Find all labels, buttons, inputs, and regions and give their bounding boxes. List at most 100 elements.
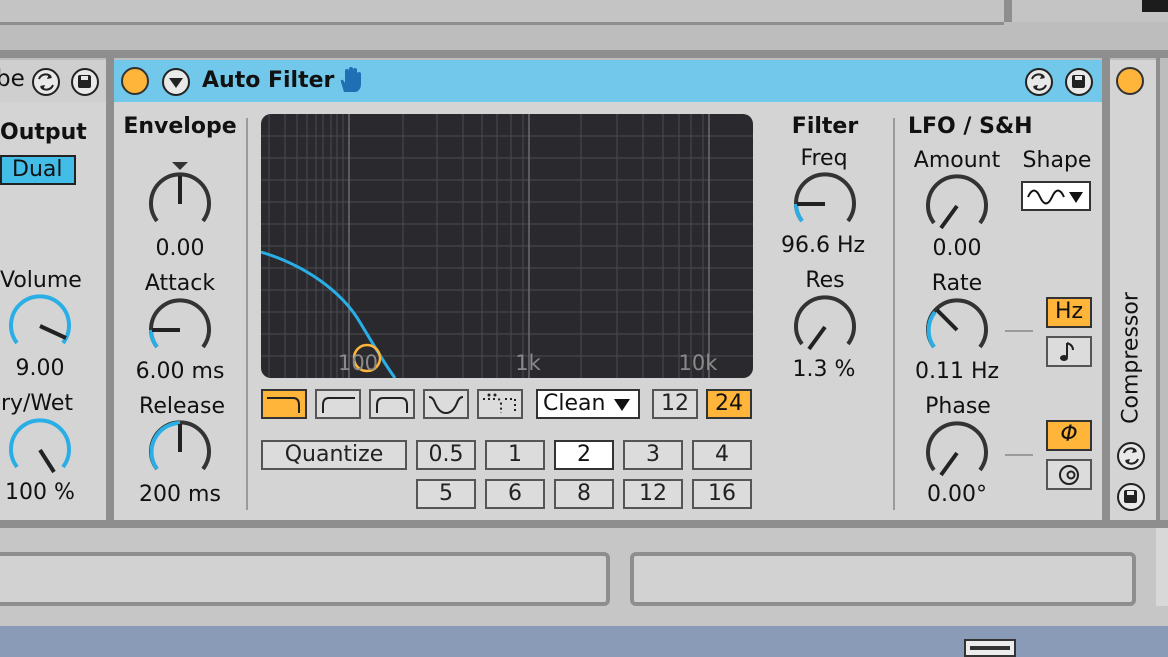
lfo-rate-label: Rate bbox=[931, 271, 983, 296]
quantize-step-4[interactable]: 4 bbox=[692, 440, 752, 470]
bottom-right-edge bbox=[1156, 528, 1168, 606]
device-separator-right bbox=[1102, 58, 1110, 524]
display-tick-100: 100 bbox=[337, 351, 379, 375]
quantize-step-0.5[interactable]: 0.5 bbox=[416, 440, 476, 470]
lfo-phase-knob[interactable] bbox=[921, 417, 993, 489]
quantize-step-1[interactable]: 1 bbox=[485, 440, 545, 470]
attack-label: Attack bbox=[144, 271, 216, 296]
phase-link-line bbox=[1005, 454, 1033, 456]
slope-24-button[interactable]: 24 bbox=[706, 389, 752, 419]
device-save-icon[interactable] bbox=[1065, 68, 1093, 96]
prev-mode-value: Dual bbox=[12, 157, 63, 182]
release-knob[interactable] bbox=[144, 416, 216, 488]
quantize-step-12[interactable]: 12 bbox=[623, 479, 683, 509]
chevron-down-icon bbox=[614, 399, 630, 411]
section-divider-2 bbox=[893, 118, 895, 510]
quantize-step-8[interactable]: 8 bbox=[554, 479, 614, 509]
lfo-shape-dropdown[interactable] bbox=[1021, 181, 1091, 211]
phase-mode-button[interactable]: Φ bbox=[1046, 420, 1092, 451]
prev-device-title: be bbox=[0, 66, 25, 92]
circuit-type-value: Clean bbox=[543, 391, 606, 416]
sine-wave-icon bbox=[1027, 189, 1065, 205]
lfo-amount-knob[interactable] bbox=[921, 170, 993, 242]
lowpass-icon bbox=[267, 397, 300, 413]
compressor-activator-led[interactable] bbox=[1116, 67, 1144, 95]
chevron-down-icon bbox=[1069, 192, 1083, 203]
prev-volume-value: 9.00 bbox=[15, 356, 65, 381]
top-right-marker bbox=[1142, 0, 1168, 12]
highpass-icon bbox=[322, 397, 355, 413]
filter-type-notch-button[interactable] bbox=[423, 389, 469, 419]
device-title: Auto Filter bbox=[202, 68, 335, 93]
lfo-amount-value: 0.00 bbox=[932, 236, 982, 261]
device-hotswap-icon[interactable] bbox=[1025, 68, 1053, 96]
res-label: Res bbox=[805, 268, 845, 293]
prev-device-hotswap-icon[interactable] bbox=[32, 68, 60, 96]
res-value: 1.3 % bbox=[792, 357, 856, 382]
res-knob[interactable] bbox=[789, 291, 861, 363]
quantize-step-3[interactable]: 3 bbox=[623, 440, 683, 470]
lfo-shape-label: Shape bbox=[1022, 148, 1092, 173]
attack-value: 6.00 ms bbox=[135, 359, 225, 384]
quantize-button[interactable]: Quantize bbox=[261, 440, 407, 470]
slope-12-button[interactable]: 12 bbox=[652, 389, 698, 419]
quantize-step-2[interactable]: 2 bbox=[554, 440, 614, 470]
bottom-field-right[interactable] bbox=[630, 552, 1136, 606]
filter-type-lowpass-button[interactable] bbox=[261, 389, 307, 419]
envelope-amount-value: 0.00 bbox=[155, 236, 205, 261]
quantize-step-5[interactable]: 5 bbox=[416, 479, 476, 509]
lfo-label: LFO / S&H bbox=[908, 114, 1033, 139]
notch-icon bbox=[428, 396, 464, 415]
freq-value: 96.6 Hz bbox=[780, 233, 866, 258]
prev-device-save-icon[interactable] bbox=[71, 68, 99, 96]
lfo-phase-value: 0.00° bbox=[927, 482, 987, 507]
status-bar-widget-bar bbox=[970, 646, 1010, 650]
phase-spin-button[interactable] bbox=[1046, 459, 1092, 490]
filter-display[interactable] bbox=[261, 114, 753, 378]
filter-type-bandpass-button[interactable] bbox=[369, 389, 415, 419]
filter-type-morph-button[interactable] bbox=[477, 389, 523, 419]
bandpass-icon bbox=[376, 397, 408, 413]
rate-link-line bbox=[1005, 330, 1033, 332]
morph-icon bbox=[483, 393, 516, 413]
device-collapse-icon[interactable] bbox=[162, 68, 190, 96]
top-strip-divider bbox=[1004, 0, 1012, 22]
quantize-step-16[interactable]: 16 bbox=[692, 479, 752, 509]
bottom-rack-border bbox=[0, 520, 1168, 528]
rate-sync-button[interactable] bbox=[1046, 336, 1092, 367]
compressor-title: Compressor bbox=[1118, 292, 1144, 424]
top-strip-edge bbox=[0, 22, 1004, 25]
display-tick-1k: 1k bbox=[515, 351, 541, 375]
note-icon bbox=[1060, 342, 1074, 361]
circuit-type-dropdown[interactable]: Clean bbox=[536, 389, 640, 419]
bottom-field-left[interactable] bbox=[0, 552, 610, 606]
rate-hz-button[interactable]: Hz bbox=[1046, 297, 1092, 328]
section-divider-1 bbox=[246, 118, 248, 510]
freq-knob[interactable] bbox=[789, 168, 861, 240]
device-separator-left bbox=[106, 58, 114, 524]
filter-type-highpass-button[interactable] bbox=[315, 389, 361, 419]
compressor-hotswap-icon[interactable] bbox=[1117, 442, 1145, 470]
hand-icon bbox=[340, 67, 361, 92]
prev-drywet-value: 100 % bbox=[5, 480, 75, 505]
right-edge-divider bbox=[1156, 58, 1160, 524]
lfo-rate-value: 0.11 Hz bbox=[914, 359, 1000, 384]
quantize-step-6[interactable]: 6 bbox=[485, 479, 545, 509]
compressor-save-icon[interactable] bbox=[1117, 483, 1145, 511]
display-tick-10k: 10k bbox=[678, 351, 718, 375]
attack-knob[interactable] bbox=[144, 294, 216, 366]
top-strip bbox=[0, 0, 1168, 22]
spin-icon bbox=[1059, 465, 1079, 485]
rack-border bbox=[0, 50, 1168, 58]
lfo-phase-label: Phase bbox=[925, 394, 991, 419]
prev-drywet-label: Dry/Wet bbox=[0, 391, 74, 416]
release-value: 200 ms bbox=[139, 482, 221, 507]
prev-volume-knob[interactable] bbox=[4, 290, 76, 362]
envelope-label: Envelope bbox=[123, 114, 237, 139]
device-activator-led[interactable] bbox=[121, 67, 149, 95]
prev-output-label: Output bbox=[0, 120, 87, 145]
filter-label: Filter bbox=[791, 114, 859, 139]
envelope-amount-knob[interactable] bbox=[144, 160, 216, 240]
prev-drywet-knob[interactable] bbox=[4, 414, 76, 486]
lfo-rate-knob[interactable] bbox=[921, 294, 993, 366]
